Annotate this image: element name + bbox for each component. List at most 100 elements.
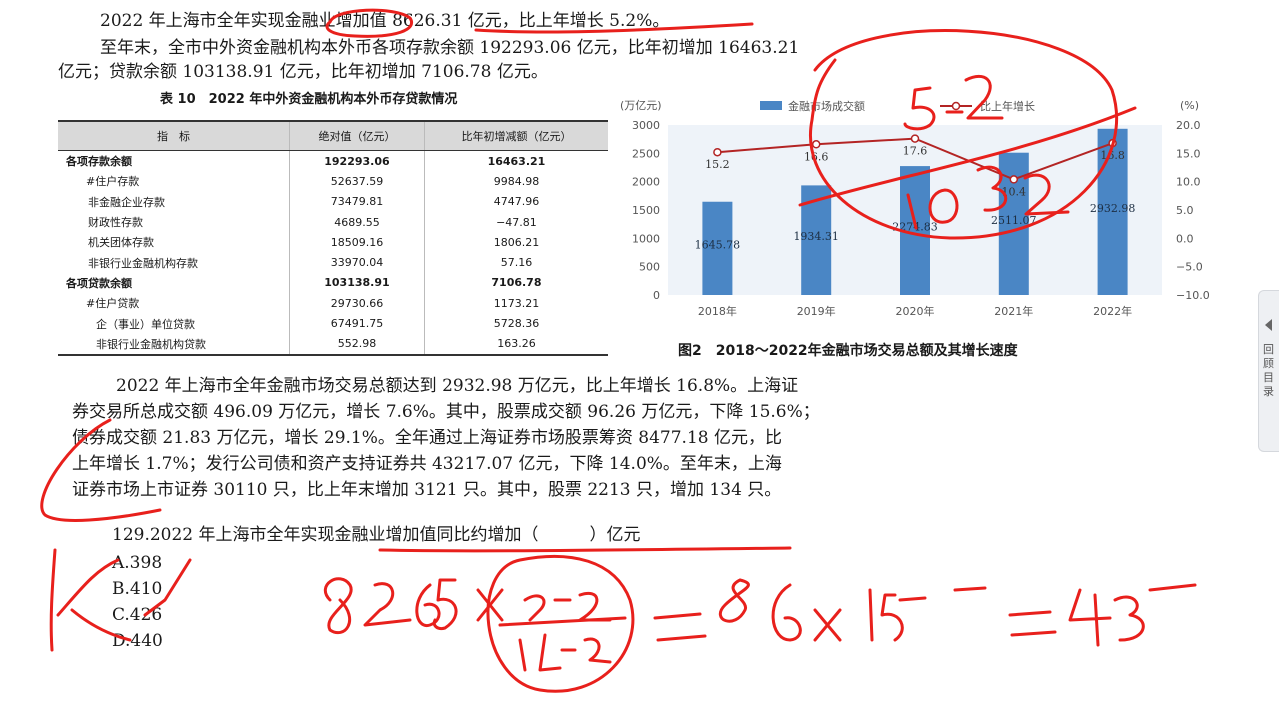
figure-caption: 图2 2018～2022年金融市场交易总额及其增长速度 bbox=[678, 343, 1018, 359]
ink-frac-circle bbox=[486, 554, 635, 693]
bar bbox=[998, 152, 1029, 295]
table-header: 指 标 bbox=[58, 120, 290, 151]
legend-bar-swatch bbox=[760, 101, 782, 110]
line-data-label: 17.6 bbox=[903, 145, 928, 158]
ink-strike-line bbox=[798, 106, 1137, 207]
option-b[interactable]: B.410 bbox=[112, 578, 162, 600]
legend-bar-label: 金融市场成交额 bbox=[788, 99, 865, 113]
ink-big-circle bbox=[809, 29, 1118, 240]
bar bbox=[1097, 128, 1128, 295]
growth-line bbox=[717, 137, 1113, 181]
y-left-tick-label: 1000 bbox=[632, 232, 660, 245]
chevron-left-icon[interactable] bbox=[1265, 319, 1272, 331]
line-point bbox=[713, 147, 722, 157]
ink-43 bbox=[1068, 588, 1145, 647]
ink-equals-1 bbox=[653, 612, 707, 642]
ink-k-vertical bbox=[49, 548, 57, 652]
paragraph-market-line4: 上年增长 1.7%；发行公司债和资产支持证券共 43217.07 亿元，下降 1… bbox=[72, 454, 782, 474]
y-left-tick-label: 2500 bbox=[632, 147, 660, 160]
side-tab-label: 回顾目录 bbox=[1263, 343, 1274, 398]
y-left-tick-label: 1500 bbox=[632, 204, 660, 217]
option-c[interactable]: C.426 bbox=[112, 604, 162, 626]
ink-1032-0 bbox=[928, 188, 959, 224]
ink-dash-1 bbox=[898, 586, 987, 602]
y-right-tick-label: 20.0 bbox=[1176, 119, 1201, 132]
ink-dash-2 bbox=[1148, 583, 1197, 592]
table-row: 企（事业）单位贷款 67491.75 5728.36 bbox=[58, 313, 608, 334]
plot-background bbox=[668, 125, 1162, 295]
x-tick-label: 2020年 bbox=[896, 304, 935, 318]
y-right-tick-label: 15.0 bbox=[1176, 147, 1201, 160]
table-row: 机关团体存款 18509.16 1806.21 bbox=[58, 232, 608, 253]
ink-frac-bottom bbox=[518, 633, 612, 672]
bar bbox=[702, 201, 733, 295]
ink-underline-stem bbox=[378, 546, 792, 553]
ink-1032-1 bbox=[906, 193, 918, 230]
line-data-label: 10.4 bbox=[1002, 185, 1027, 198]
paragraph-market-line5: 证券市场上市证券 30110 只，比上年末增加 3121 只。其中，股票 221… bbox=[72, 480, 782, 500]
paragraph-market-line2: 券交易所总成交额 496.09 万亿元，增长 7.6%。其中，股票成交额 96.… bbox=[72, 402, 820, 422]
table-row: 非银行业金融机构存款 33970.04 57.16 bbox=[58, 252, 608, 273]
line-point bbox=[1108, 138, 1117, 148]
y-left-tick-label: 500 bbox=[639, 261, 660, 274]
ink-times-1 bbox=[476, 588, 504, 622]
y-left-tick-label: 3000 bbox=[632, 119, 660, 132]
bar-data-label: 2932.98 bbox=[1090, 202, 1136, 215]
bar bbox=[900, 166, 930, 295]
table-row: 非金融企业存款 73479.81 4747.96 bbox=[58, 191, 608, 212]
y-right-tick-label: −5.0 bbox=[1176, 261, 1203, 274]
x-tick-label: 2018年 bbox=[698, 304, 737, 318]
ink-k-diag1 bbox=[56, 558, 120, 617]
paragraph-market-line3: 债券成交额 21.83 万亿元，增长 29.1%。全年通过上海证券市场股票筹资 … bbox=[72, 428, 782, 448]
bar-data-label: 1934.31 bbox=[793, 230, 839, 243]
table-header: 比年初增减额（亿元） bbox=[423, 120, 608, 151]
ink-equals-2 bbox=[1008, 610, 1057, 637]
option-d[interactable]: D.440 bbox=[112, 630, 163, 652]
side-tab-toc[interactable]: 回顾目录 bbox=[1258, 290, 1279, 452]
question-stem: 129.2022 年上海市全年实现金融业增加值同比约增加（ ）亿元 bbox=[112, 525, 641, 545]
ink-frac-bar bbox=[498, 616, 627, 627]
ink-52-5 bbox=[903, 86, 936, 131]
table-row: #住户存款 52637.59 9984.98 bbox=[58, 171, 608, 192]
x-tick-label: 2021年 bbox=[994, 304, 1033, 318]
table-header: 绝对值（亿元） bbox=[289, 120, 425, 151]
legend-line-label: 比上年增长 bbox=[980, 99, 1035, 113]
ink-times-2 bbox=[813, 608, 842, 642]
table-row: 非银行业金融机构贷款 552.98 163.26 bbox=[58, 333, 608, 356]
ink-86 bbox=[718, 578, 802, 642]
line-point bbox=[910, 134, 920, 143]
y-right-tick-label: −10.0 bbox=[1176, 289, 1210, 302]
ink-frac-top bbox=[523, 592, 612, 622]
legend-line-marker bbox=[951, 101, 961, 111]
ink-15 bbox=[868, 588, 904, 642]
line-point bbox=[1009, 175, 1019, 184]
table-row: 财政性存款 4689.55 −47.81 bbox=[58, 211, 608, 233]
bar-data-label: 1645.78 bbox=[695, 238, 741, 251]
y-left-tick-label: 0 bbox=[653, 289, 660, 302]
x-tick-label: 2019年 bbox=[797, 304, 836, 318]
bar bbox=[801, 185, 832, 295]
paragraph-gdp: 2022 年上海市全年实现金融业增加值 8626.31 亿元，比上年增长 5.2… bbox=[100, 11, 670, 31]
table-row: #住户贷款 29730.66 1173.21 bbox=[58, 293, 608, 314]
ink-1032-2 bbox=[1023, 173, 1070, 216]
paragraph-deposit-line2: 亿元；贷款余额 103138.91 亿元，比年初增加 7106.78 亿元。 bbox=[58, 62, 548, 82]
option-a[interactable]: A.398 bbox=[112, 552, 162, 574]
line-data-label: 16.6 bbox=[804, 150, 829, 163]
table-row: 各项存款余额 192293.06 16463.21 bbox=[58, 150, 608, 172]
y-left-tick-label: 2000 bbox=[632, 176, 660, 189]
ink-8626 bbox=[323, 577, 458, 635]
line-data-label: 15.2 bbox=[705, 158, 730, 171]
ink-1032-3 bbox=[976, 165, 1008, 212]
paragraph-deposit-line1: 至年末，全市中外资金融机构本外币各项存款余额 192293.06 亿元，比年初增… bbox=[100, 38, 800, 58]
y-right-tick-label: 0.0 bbox=[1176, 232, 1194, 245]
deposit-loan-table: 指 标 绝对值（亿元） 比年初增减额（亿元） 各项存款余额 192293.06 16… bbox=[58, 120, 608, 356]
bar-data-label: 2511.07 bbox=[991, 214, 1037, 227]
y-right-tick-label: 5.0 bbox=[1176, 204, 1194, 217]
table-row: 各项贷款余额 103138.91 7106.78 bbox=[58, 272, 608, 294]
table-title: 表 10 2022 年中外资金融机构本外币存贷款情况 bbox=[160, 92, 458, 107]
line-data-label: 16.8 bbox=[1100, 149, 1125, 162]
handwriting-annotations bbox=[40, 8, 1197, 693]
y-left-axis-label: (万亿元) bbox=[620, 99, 662, 112]
bar-data-label: 2274.83 bbox=[892, 221, 938, 234]
x-tick-label: 2022年 bbox=[1093, 304, 1132, 318]
